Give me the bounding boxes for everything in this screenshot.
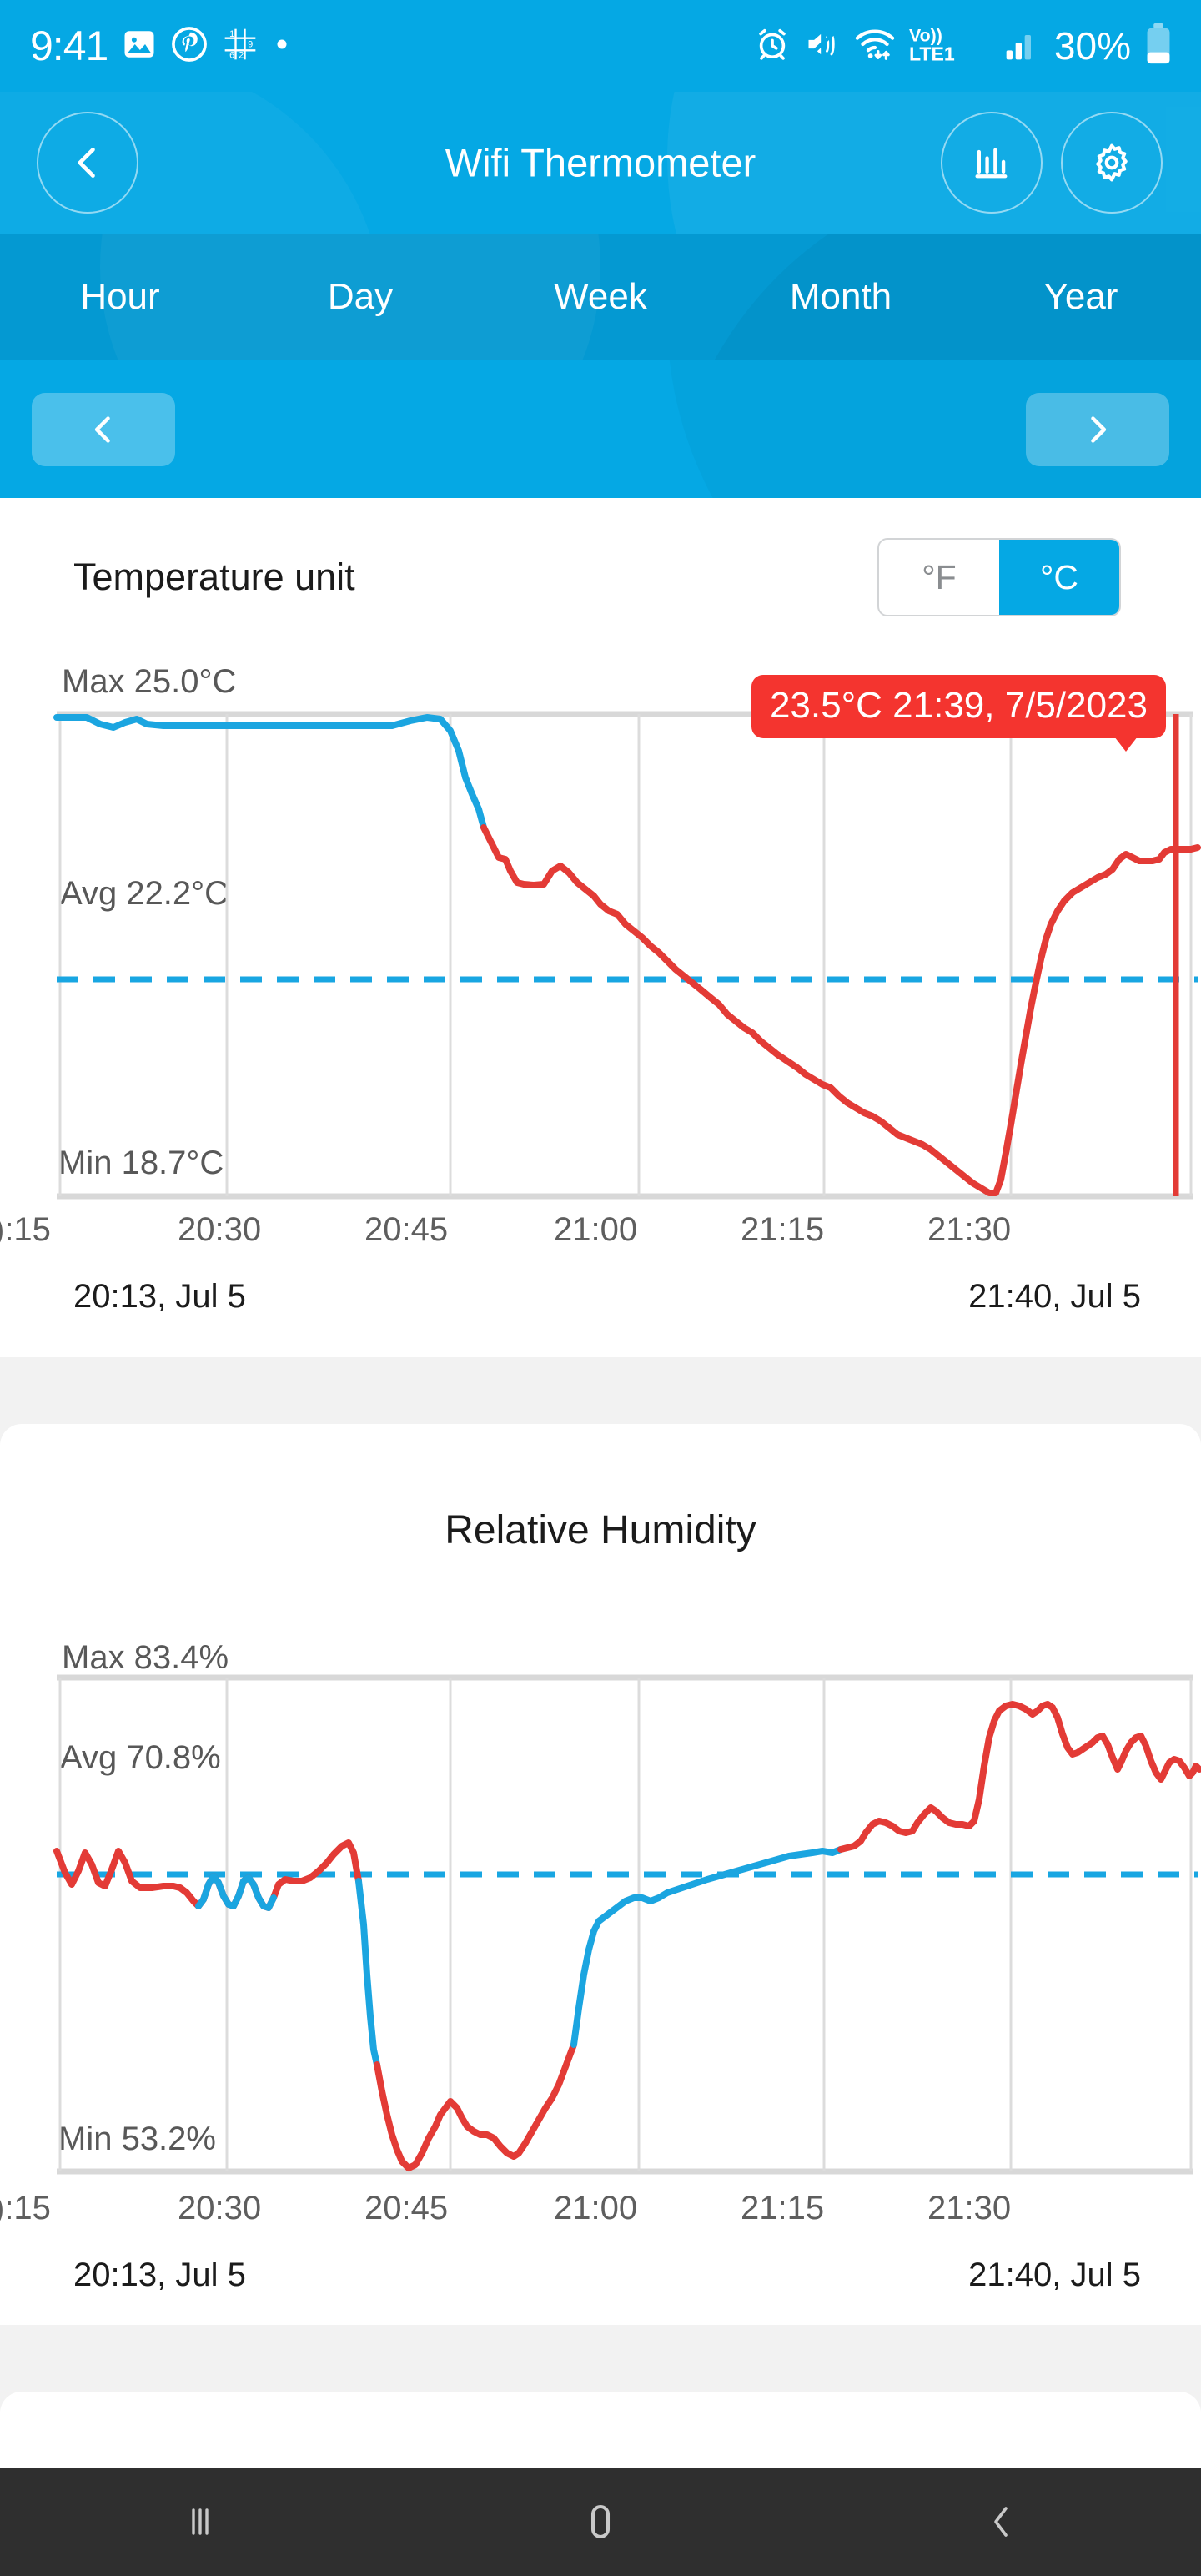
app-header: Wifi Thermometer — [0, 92, 1201, 234]
humidity-card: Relative Humidity Max 83.4% Avg 70.8% Mi… — [0, 1424, 1201, 2325]
chart-view-button[interactable] — [941, 112, 1043, 214]
temperature-unit-row: Temperature unit °F °C — [0, 498, 1201, 657]
temperature-max-label: Max 25.0°C — [62, 663, 237, 700]
temperature-chart-svg — [53, 711, 1201, 1200]
mute-vibrate-icon — [804, 26, 841, 67]
next-period-button[interactable] — [1026, 392, 1169, 466]
system-navigation-bar — [0, 2468, 1201, 2576]
recents-icon — [192, 2508, 209, 2535]
svg-text:LTE1: LTE1 — [909, 43, 955, 64]
status-bar: 9:41 1 9 6 2 Vo)) LTE1 30% — [0, 0, 1201, 92]
unit-option-celsius[interactable]: °C — [999, 540, 1119, 615]
svg-text:1: 1 — [229, 28, 234, 38]
hum-line-red-2 — [837, 1701, 1201, 1853]
temperature-unit-toggle[interactable]: °F °C — [877, 538, 1121, 616]
hum-line-blue-drop — [355, 1878, 380, 2068]
humidity-chart-svg — [53, 1674, 1201, 2175]
hum-gridlines — [58, 1678, 1193, 2171]
battery-percent-label: 30% — [1053, 24, 1131, 68]
unit-option-fahrenheit[interactable]: °F — [879, 540, 999, 615]
svg-text:6: 6 — [229, 50, 234, 60]
svg-text:9: 9 — [248, 39, 253, 49]
hum-tick-1: 20:30 — [178, 2190, 262, 2226]
humidity-chart[interactable] — [0, 1674, 1201, 2175]
humidity-max-label: Max 83.4% — [62, 1639, 229, 1676]
tab-week[interactable]: Week — [480, 276, 721, 318]
temp-tick-0: ):15 — [0, 1211, 51, 1248]
tab-day[interactable]: Day — [240, 276, 480, 318]
temp-range-start: 20:13, Jul 5 — [73, 1278, 246, 1315]
temp-tick-3: 21:00 — [554, 1211, 638, 1248]
temp-line-red — [480, 824, 1201, 1196]
date-navigation-row — [0, 360, 1201, 498]
temperature-card: Temperature unit °F °C 23.5°C 21:39, 7/5… — [0, 498, 1201, 1357]
home-icon — [590, 2504, 611, 2539]
temp-tick-2: 20:45 — [364, 1211, 449, 1248]
hum-range-start: 20:13, Jul 5 — [73, 2257, 246, 2293]
hum-line-red-valley — [374, 2041, 577, 2171]
hum-tick-2: 20:45 — [364, 2190, 449, 2226]
temp-gridlines — [58, 714, 1193, 1196]
battery-icon — [1144, 23, 1173, 69]
pinterest-icon — [171, 26, 208, 67]
chevron-right-icon — [1091, 415, 1107, 443]
signal-icon — [1003, 26, 1041, 67]
temp-range-end: 21:40, Jul 5 — [968, 1278, 1141, 1315]
hum-range-end: 21:40, Jul 5 — [968, 2257, 1141, 2293]
tab-year[interactable]: Year — [961, 276, 1201, 318]
back-button-system[interactable] — [917, 2502, 1084, 2542]
gear-icon — [1096, 143, 1128, 182]
image-icon — [122, 27, 157, 66]
temperature-marker-tooltip: 23.5°C 21:39, 7/5/2023 — [751, 675, 1166, 752]
dot-icon — [273, 35, 291, 58]
period-tab-bar: Hour Day Week Month Year — [0, 234, 1201, 360]
hum-line-blue-1 — [195, 1873, 277, 1911]
status-bar-left: 9:41 1 9 6 2 — [30, 22, 291, 70]
temp-tick-1: 20:30 — [178, 1211, 262, 1248]
home-button[interactable] — [517, 2499, 684, 2544]
hum-tick-4: 21:15 — [741, 2190, 825, 2226]
hum-tick-3: 21:00 — [554, 2190, 638, 2226]
alarm-icon — [754, 26, 791, 67]
temp-tick-4: 21:15 — [741, 1211, 825, 1248]
previous-period-button[interactable] — [32, 392, 175, 466]
chevron-left-icon — [94, 415, 110, 443]
recents-button[interactable] — [117, 2502, 284, 2542]
hum-tick-5: 21:30 — [927, 2190, 1012, 2226]
humidity-title: Relative Humidity — [445, 1508, 756, 1552]
bar-chart-icon — [975, 148, 1008, 179]
volte-icon: Vo)) LTE1 — [909, 23, 989, 69]
tab-month[interactable]: Month — [721, 276, 961, 318]
status-bar-right: Vo)) LTE1 30% — [754, 23, 1173, 69]
wifi-icon — [854, 25, 896, 68]
temperature-unit-label: Temperature unit — [73, 556, 355, 598]
status-bar-clock: 9:41 — [30, 23, 108, 69]
temp-line-blue — [53, 714, 487, 831]
temp-tick-5: 21:30 — [927, 1211, 1012, 1248]
tab-hour[interactable]: Hour — [0, 276, 240, 318]
hum-line-blue-rise — [570, 1846, 844, 2048]
temperature-chart[interactable] — [0, 711, 1201, 1200]
back-icon — [994, 2507, 1008, 2537]
svg-text:2: 2 — [239, 50, 244, 60]
settings-button[interactable] — [1061, 112, 1163, 214]
sudoku-icon: 1 9 6 2 — [222, 26, 259, 67]
hum-tick-0: ):15 — [0, 2190, 51, 2226]
